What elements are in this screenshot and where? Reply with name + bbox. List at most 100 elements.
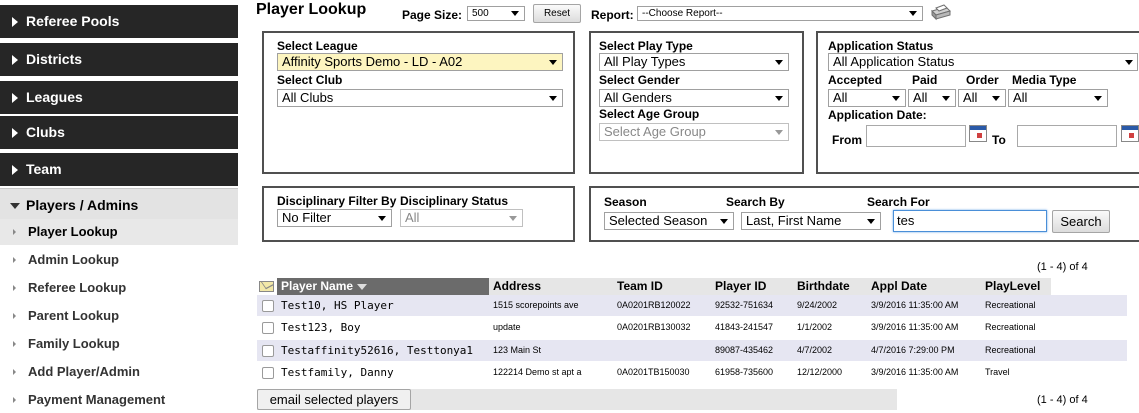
calendar-icon[interactable] — [1121, 125, 1139, 142]
cell-address: 123 Main St — [493, 345, 542, 355]
chevron-down-icon — [511, 11, 519, 16]
league-select[interactable]: Affinity Sports Demo - LD - A02 — [277, 53, 563, 71]
sidebar: Referee Pools Districts Leagues Clubs Te… — [0, 0, 238, 413]
email-selected-players-button[interactable]: email selected players — [257, 389, 411, 410]
cell-team-id — [617, 340, 711, 361]
sidebar-subitem-player-lookup[interactable]: Player Lookup — [0, 219, 238, 245]
sidebar-subitem-label: Add Player/Admin — [28, 364, 140, 379]
cell-address: 122214 Demo st apt a — [493, 367, 582, 377]
cell-playlevel: Recreational — [985, 322, 1036, 332]
disc-status-select[interactable]: All — [400, 209, 523, 227]
table-header: Player Name Address Team ID Player ID Bi… — [257, 278, 1127, 295]
page-size-select[interactable]: 500 — [467, 6, 525, 21]
play-type-label: Select Play Type — [599, 39, 693, 53]
sidebar-subitem-referee-lookup[interactable]: Referee Lookup — [0, 275, 238, 301]
season-select[interactable]: Selected Season — [604, 212, 734, 230]
search-by-value: Last, First Name — [746, 213, 842, 228]
accepted-select[interactable]: All — [828, 89, 906, 107]
play-type-box: Select Play Type All Play Types Select G… — [589, 31, 804, 174]
table-row[interactable]: Test10, HS Player 1515 scorepoints ave 0… — [257, 295, 1127, 316]
application-status-box: Application Status All Application Statu… — [816, 31, 1139, 174]
column-header-playlevel[interactable]: PlayLevel — [981, 278, 1051, 295]
sidebar-subitem-label: Family Lookup — [28, 336, 120, 351]
disc-filter-label: Disciplinary Filter By — [277, 194, 397, 208]
main-content: Player Lookup Page Size: 500 Reset Repor… — [249, 0, 1139, 410]
cell-player-name[interactable]: Test123, Boy — [281, 317, 487, 338]
column-header-appl-date[interactable]: Appl Date — [867, 278, 981, 295]
sidebar-item-leagues[interactable]: Leagues — [0, 81, 238, 114]
calendar-icon[interactable] — [969, 125, 987, 142]
column-header-address[interactable]: Address — [489, 278, 613, 295]
disc-status-value: All — [405, 210, 420, 225]
table-row[interactable]: Testfamily, Danny 122214 Demo st apt a 0… — [257, 362, 1127, 383]
cell-player-id: 92532-751634 — [715, 300, 774, 310]
media-type-select[interactable]: All — [1008, 89, 1108, 107]
cell-address: 1515 scorepoints ave — [493, 300, 579, 310]
sidebar-subitem-family-lookup[interactable]: Family Lookup — [0, 331, 238, 357]
row-checkbox[interactable] — [262, 300, 274, 312]
cell-appl-date: 3/9/2016 11:35:00 AM — [871, 367, 959, 377]
club-label: Select Club — [277, 73, 343, 87]
table-row[interactable]: Test123, Boy update 0A0201RB130032 41843… — [257, 317, 1127, 338]
report-select[interactable]: --Choose Report-- — [637, 6, 923, 21]
league-club-box: Select League Affinity Sports Demo - LD … — [262, 31, 575, 174]
row-checkbox[interactable] — [262, 367, 274, 379]
sidebar-subitem-admin-lookup[interactable]: Admin Lookup — [0, 247, 238, 273]
column-header-birthdate[interactable]: Birthdate — [793, 278, 867, 295]
row-checkbox[interactable] — [262, 345, 274, 357]
to-date-input[interactable] — [1017, 125, 1117, 147]
cell-player-name[interactable]: Testaffinity52616, Testtonya1 — [281, 340, 487, 361]
row-checkbox[interactable] — [262, 322, 274, 334]
column-header-player-id[interactable]: Player ID — [711, 278, 793, 295]
club-value: All Clubs — [282, 90, 334, 105]
cell-team-id: 0A0201RB120022 — [617, 300, 691, 310]
sidebar-subitem-add-player-admin[interactable]: Add Player/Admin — [0, 359, 238, 385]
sidebar-item-team[interactable]: Team — [0, 153, 238, 186]
cell-birthdate: 12/12/2000 — [797, 367, 843, 377]
chevron-down-icon — [867, 219, 875, 224]
app-status-select[interactable]: All Application Status — [828, 53, 1138, 71]
result-count-bottom: (1 - 4) of 4 — [1037, 394, 1088, 406]
cell-player-name[interactable]: Testfamily, Danny — [281, 362, 487, 383]
sidebar-subitem-payment-management[interactable]: Payment Management — [0, 387, 238, 413]
age-group-select[interactable]: Select Age Group — [599, 123, 789, 141]
order-label: Order — [966, 73, 999, 87]
sidebar-item-clubs[interactable]: Clubs — [0, 116, 238, 149]
paid-value: All — [913, 90, 928, 105]
column-header-player-name[interactable]: Player Name — [277, 278, 489, 295]
chevron-down-icon — [909, 11, 917, 16]
order-select[interactable]: All — [958, 89, 1006, 107]
sidebar-section-players-admins[interactable]: Players / Admins — [0, 188, 238, 222]
printer-icon[interactable] — [927, 2, 951, 22]
league-value: Affinity Sports Demo - LD - A02 — [282, 54, 463, 69]
cell-team-id: 0A0201TB150030 — [617, 367, 690, 377]
to-label: To — [992, 133, 1006, 147]
sidebar-subitem-parent-lookup[interactable]: Parent Lookup — [0, 303, 238, 329]
play-type-value: All Play Types — [604, 54, 686, 69]
table-row[interactable]: Testaffinity52616, Testtonya1 123 Main S… — [257, 340, 1127, 361]
search-button[interactable]: Search — [1052, 210, 1110, 233]
search-for-label: Search For — [867, 195, 930, 209]
chevron-right-icon — [12, 93, 18, 103]
column-header-team-id[interactable]: Team ID — [613, 278, 711, 295]
app-date-label: Application Date: — [828, 108, 927, 122]
search-by-select[interactable]: Last, First Name — [741, 212, 881, 230]
chevron-down-icon — [992, 96, 1000, 101]
reset-button[interactable]: Reset — [533, 4, 581, 23]
gender-select[interactable]: All Genders — [599, 89, 789, 107]
sidebar-item-referee-pools[interactable]: Referee Pools — [0, 5, 238, 38]
paid-label: Paid — [912, 73, 938, 87]
search-input[interactable]: tes — [893, 210, 1047, 232]
app-status-label: Application Status — [828, 39, 934, 53]
cell-player-name[interactable]: Test10, HS Player — [281, 295, 487, 316]
disc-filter-select[interactable]: No Filter — [277, 209, 392, 227]
paid-select[interactable]: All — [908, 89, 956, 107]
bullet-arrow-icon — [13, 313, 16, 319]
sidebar-item-districts[interactable]: Districts — [0, 43, 238, 76]
email-select-icon[interactable] — [259, 281, 274, 292]
play-type-select[interactable]: All Play Types — [599, 53, 789, 71]
chevron-down-icon — [10, 203, 20, 209]
club-select[interactable]: All Clubs — [277, 89, 563, 107]
chevron-down-icon — [549, 96, 557, 101]
from-date-input[interactable] — [866, 125, 966, 147]
